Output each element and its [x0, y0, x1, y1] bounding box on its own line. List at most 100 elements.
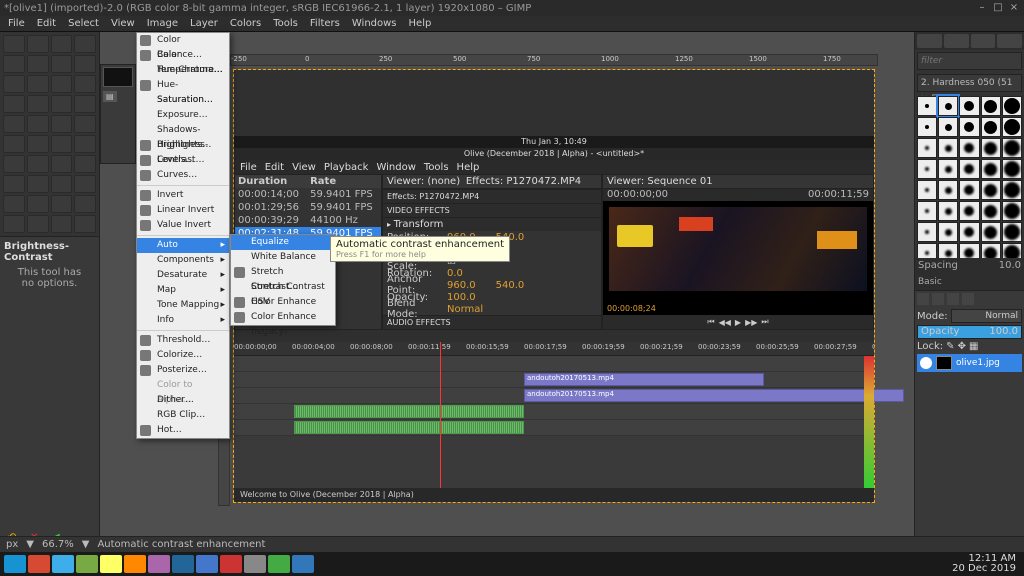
- tool-13[interactable]: [27, 95, 49, 113]
- tool-34[interactable]: [51, 195, 73, 213]
- taskbar-app[interactable]: [172, 555, 194, 573]
- brush-preset[interactable]: [1002, 201, 1022, 221]
- tool-32[interactable]: [3, 195, 25, 213]
- menu-image[interactable]: Image: [141, 16, 184, 31]
- menu-item[interactable]: Color to Alpha…: [137, 378, 229, 393]
- brush-preset[interactable]: [1002, 96, 1022, 116]
- brush-preset[interactable]: [981, 243, 1001, 258]
- brush-preset[interactable]: [981, 222, 1001, 242]
- brush-preset[interactable]: [959, 180, 979, 200]
- layer-thumbnail[interactable]: [936, 356, 952, 370]
- layer-thumb[interactable]: [103, 67, 133, 87]
- opacity-slider[interactable]: Opacity100.0: [917, 325, 1022, 339]
- clip-row[interactable]: 00:01:29;5659.9401 FPS: [235, 201, 381, 214]
- olive-menu-playback[interactable]: Playback: [324, 162, 369, 173]
- audio-clip-2[interactable]: [294, 421, 524, 434]
- tool-19[interactable]: [74, 115, 96, 133]
- audio-effects-header[interactable]: AUDIO EFFECTS: [383, 315, 601, 329]
- tool-6[interactable]: [51, 55, 73, 73]
- menu-item[interactable]: Tone Mapping: [137, 298, 229, 313]
- video-track-2[interactable]: [234, 356, 874, 372]
- taskbar-app[interactable]: [124, 555, 146, 573]
- tool-4[interactable]: [3, 55, 25, 73]
- effect-row[interactable]: Blend Mode:Normal: [383, 303, 601, 315]
- brush-preset[interactable]: [938, 243, 958, 258]
- tool-37[interactable]: [27, 215, 49, 233]
- brush-preset[interactable]: [917, 243, 937, 258]
- menu-item[interactable]: RGB Clip…: [137, 408, 229, 423]
- next-frame-icon[interactable]: ▶▶: [745, 318, 757, 327]
- lock-pixel-icon[interactable]: ✎: [946, 341, 954, 352]
- brush-preset[interactable]: [938, 180, 958, 200]
- taskbar-app[interactable]: [268, 555, 290, 573]
- olive-menu-view[interactable]: View: [292, 162, 316, 173]
- tool-30[interactable]: [51, 175, 73, 193]
- video-clip-2[interactable]: andoutoh20170513.mp4: [524, 389, 904, 402]
- menu-select[interactable]: Select: [62, 16, 105, 31]
- layer-name[interactable]: olive1.jpg: [956, 358, 1000, 368]
- audio-clip-1[interactable]: [294, 405, 524, 418]
- brush-filter[interactable]: [917, 52, 1022, 70]
- brush-preset[interactable]: [981, 180, 1001, 200]
- gimp-menubar[interactable]: FileEditSelectViewImageLayerColorsToolsF…: [0, 16, 1024, 32]
- skip-end-icon[interactable]: ⏭: [761, 317, 768, 327]
- tab-patterns[interactable]: [944, 34, 969, 48]
- tool-24[interactable]: [3, 155, 25, 173]
- taskbar-app[interactable]: [52, 555, 74, 573]
- system-clock[interactable]: 12:11 AM20 Dec 2019: [948, 554, 1020, 574]
- tool-25[interactable]: [27, 155, 49, 173]
- brush-preset[interactable]: [1002, 159, 1022, 179]
- pan-header[interactable]: ▸ Pan: [383, 329, 601, 330]
- minimize-button[interactable]: –: [976, 2, 988, 14]
- taskbar-app[interactable]: [148, 555, 170, 573]
- brush-preset[interactable]: [917, 201, 937, 221]
- timeline-header[interactable]: 00:00:00;0000:00:04;0000:00:08;0000:00:1…: [234, 342, 874, 356]
- menu-file[interactable]: File: [2, 16, 31, 31]
- menu-help[interactable]: Help: [403, 16, 438, 31]
- olive-menu-help[interactable]: Help: [457, 162, 480, 173]
- menu-edit[interactable]: Edit: [31, 16, 62, 31]
- brush-preset[interactable]: [981, 201, 1001, 221]
- brush-preset[interactable]: [959, 96, 979, 116]
- tool-7[interactable]: [74, 55, 96, 73]
- brush-preset[interactable]: [1002, 117, 1022, 137]
- olive-menu-window[interactable]: Window: [376, 162, 415, 173]
- tool-18[interactable]: [51, 115, 73, 133]
- submenu-item[interactable]: Color Enhance: [231, 295, 335, 310]
- play-icon[interactable]: ▶: [735, 318, 741, 327]
- taskbar-app[interactable]: [292, 555, 314, 573]
- tool-14[interactable]: [51, 95, 73, 113]
- brush-preset[interactable]: [959, 222, 979, 242]
- menu-item[interactable]: Colorize…: [137, 348, 229, 363]
- close-button[interactable]: ×: [1008, 2, 1020, 14]
- tool-12[interactable]: [3, 95, 25, 113]
- menu-tools[interactable]: Tools: [267, 16, 304, 31]
- audio-track-1[interactable]: [234, 420, 874, 436]
- menu-item[interactable]: Color Temperature…: [137, 48, 229, 63]
- video-clip[interactable]: andoutoh20170513.mp4: [524, 373, 764, 386]
- tool-1[interactable]: [27, 35, 49, 53]
- viewer-screen[interactable]: 00:00:08;24: [603, 201, 873, 315]
- taskbar-app[interactable]: [244, 555, 266, 573]
- taskbar[interactable]: 12:11 AM20 Dec 2019: [0, 552, 1024, 576]
- clip-row[interactable]: 00:00:14;0059.9401 FPS: [235, 188, 381, 201]
- menu-item[interactable]: Desaturate: [137, 268, 229, 283]
- tool-26[interactable]: [51, 155, 73, 173]
- tool-35[interactable]: [74, 195, 96, 213]
- brush-preset[interactable]: [1002, 180, 1022, 200]
- brush-preset[interactable]: [917, 222, 937, 242]
- skip-start-icon[interactable]: ⏮: [707, 317, 714, 327]
- menu-item[interactable]: Map: [137, 283, 229, 298]
- brush-preset[interactable]: [959, 243, 979, 258]
- menu-windows[interactable]: Windows: [346, 16, 403, 31]
- menu-colors[interactable]: Colors: [224, 16, 267, 31]
- submenu-item[interactable]: Color Enhance (legacy): [231, 310, 335, 325]
- video-effects-header[interactable]: VIDEO EFFECTS: [383, 203, 601, 217]
- tool-39[interactable]: [74, 215, 96, 233]
- transport-controls[interactable]: ⏮ ◀◀ ▶ ▶▶ ⏭: [603, 315, 873, 329]
- auto-submenu[interactable]: EqualizeWhite BalanceStretch Contrast…St…: [230, 234, 336, 326]
- brush-grid[interactable]: [915, 94, 1024, 258]
- eye-icon[interactable]: [920, 357, 932, 369]
- maximize-button[interactable]: □: [992, 2, 1004, 14]
- olive-menu-tools[interactable]: Tools: [424, 162, 449, 173]
